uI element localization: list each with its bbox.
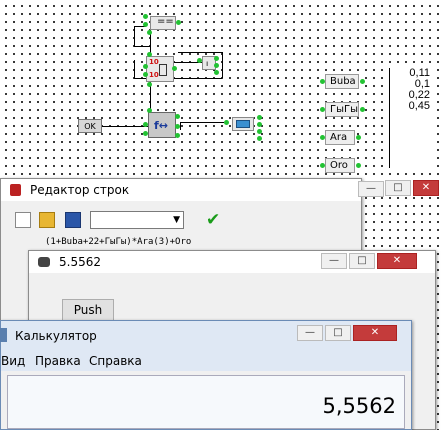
compare-label: == xyxy=(157,16,174,27)
result-titlebar[interactable]: 5.5562 — □ ✕ xyxy=(29,251,435,273)
display-block[interactable] xyxy=(232,117,254,131)
apply-check-icon[interactable]: ✔ xyxy=(206,210,220,230)
input-buba[interactable]: Buba xyxy=(325,74,359,89)
input-ara[interactable]: Ara xyxy=(325,130,355,145)
counter-bottom: 10 xyxy=(149,71,159,79)
result-title: 5.5562 xyxy=(59,255,101,269)
display-value: 5,5562 xyxy=(322,394,396,418)
calculator-icon xyxy=(0,328,7,342)
calculator-menubar: Вид Правка Справка xyxy=(1,351,411,371)
calculator-titlebar[interactable]: Калькулятор — □ ✕ xyxy=(0,321,411,351)
app-logo-icon xyxy=(38,257,50,267)
maximize-button[interactable]: □ xyxy=(349,253,375,269)
expression-text[interactable]: (1+Buba+22+ГыГы)*Ara(3)+Oro xyxy=(45,237,191,247)
menu-view[interactable]: Вид xyxy=(1,354,25,368)
close-button[interactable]: ✕ xyxy=(353,325,397,341)
app-logo-icon xyxy=(10,184,21,196)
editor-close-button[interactable]: ✕ xyxy=(413,180,439,196)
minimize-button[interactable]: — xyxy=(321,253,347,269)
counter-block[interactable]: 10 10 xyxy=(146,56,174,82)
new-file-icon[interactable] xyxy=(15,212,31,228)
ok-button-block[interactable]: OK xyxy=(78,119,102,133)
minimize-button[interactable]: — xyxy=(297,325,323,341)
push-button[interactable]: Push xyxy=(62,299,114,321)
save-icon[interactable] xyxy=(65,212,81,228)
chevron-down-icon: ▼ xyxy=(173,215,180,225)
function-block[interactable]: f↔ xyxy=(148,112,176,138)
counter-top: 10 xyxy=(149,58,159,66)
compare-block[interactable]: == xyxy=(150,16,176,30)
minimize-button[interactable]: — xyxy=(358,181,384,197)
input-oro[interactable]: Oro xyxy=(325,158,355,173)
expression-combo[interactable]: ▼ xyxy=(90,211,184,229)
counter-icon xyxy=(159,64,167,76)
open-folder-icon[interactable] xyxy=(39,212,55,228)
close-button[interactable]: ✕ xyxy=(377,253,417,269)
menu-help[interactable]: Справка xyxy=(89,354,142,368)
connector-icon: ı xyxy=(206,59,209,68)
editor-maximize-button[interactable]: □ xyxy=(385,180,411,196)
function-icon: f↔ xyxy=(154,119,169,132)
editor-title: Редактор строк xyxy=(30,183,130,197)
calculator-title: Калькулятор xyxy=(15,329,97,343)
value-list: 0,11 0,1 0,22 0,45 xyxy=(389,68,436,168)
maximize-button[interactable]: □ xyxy=(325,325,351,341)
calculator-window[interactable]: Калькулятор — □ ✕ Вид Правка Справка 5,5… xyxy=(0,320,412,430)
menu-edit[interactable]: Правка xyxy=(35,354,81,368)
input-gygy[interactable]: ГыГы xyxy=(325,102,359,117)
monitor-icon xyxy=(236,120,250,128)
diagram-canvas[interactable]: == 10 10 ı OK f↔ Buba ГыГы Ara Oro 0,11 … xyxy=(0,0,443,178)
calculator-display: 5,5562 xyxy=(7,375,405,429)
value-item: 0,45 xyxy=(408,100,430,112)
editor-toolbar: ▼ ✔ xyxy=(11,210,351,232)
editor-titlebar[interactable]: Редактор строк — xyxy=(1,179,384,201)
